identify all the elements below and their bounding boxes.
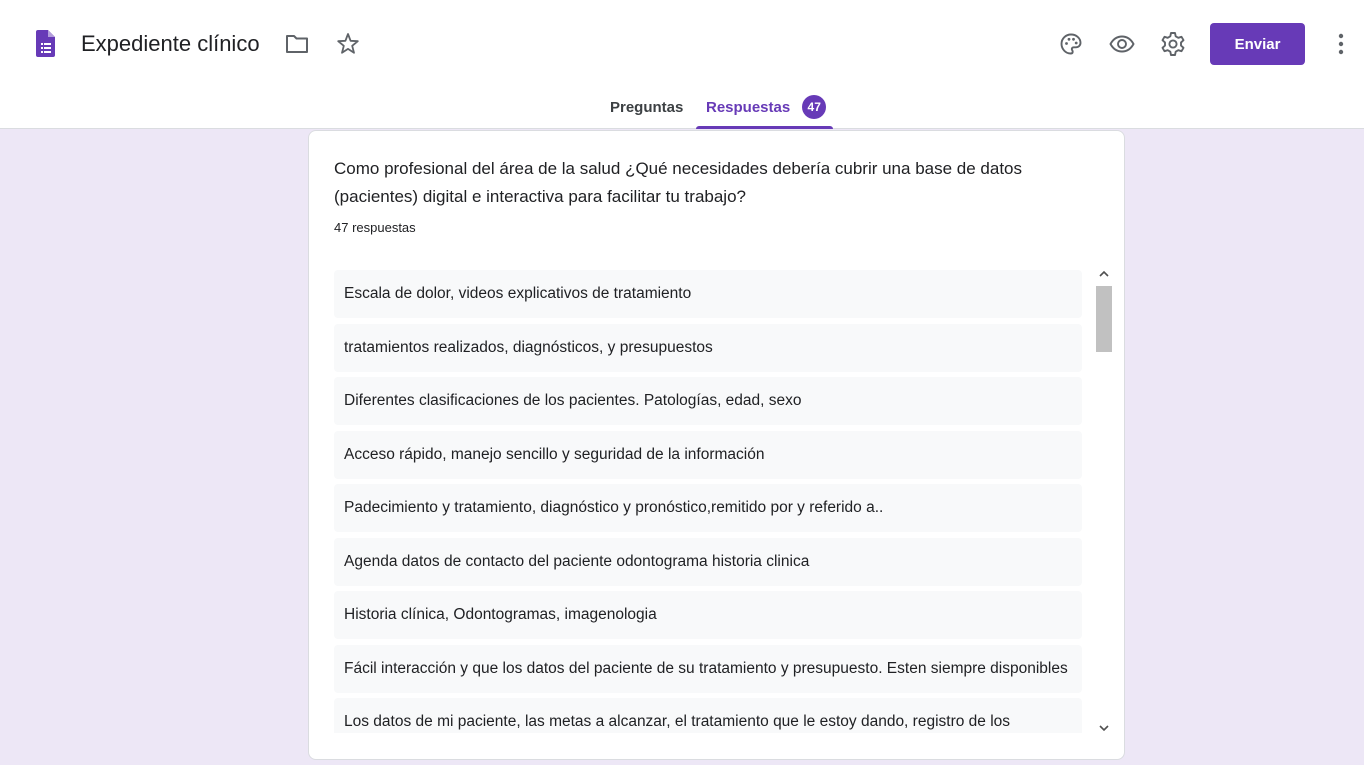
response-item: Padecimiento y tratamiento, diagnóstico … [334, 484, 1082, 532]
responses-list[interactable]: Escala de dolor, videos explicativos de … [334, 270, 1082, 733]
folder-icon[interactable] [284, 31, 310, 57]
response-item: Diferentes clasificaciones de los pacien… [334, 377, 1082, 425]
response-item: Los datos de mi paciente, las metas a al… [334, 698, 1082, 733]
gear-icon [1161, 32, 1185, 56]
scrollbar-thumb[interactable] [1096, 286, 1112, 352]
response-item: tratamientos realizados, diagnósticos, y… [334, 323, 1082, 372]
active-tab-indicator [696, 126, 833, 129]
send-button[interactable]: Enviar [1210, 23, 1305, 65]
response-item: Agenda datos de contacto del paciente od… [334, 537, 1082, 586]
question-title: Como profesional del área de la salud ¿Q… [334, 159, 1022, 206]
responses-scrollbar[interactable] [1096, 266, 1112, 736]
tab-questions[interactable]: Preguntas [610, 88, 683, 129]
response-item: Historia clínica, Odontogramas, imagenol… [334, 591, 1082, 639]
responses-count-badge: 47 [802, 95, 827, 119]
response-item: Fácil interacción y que los datos del pa… [334, 644, 1082, 693]
forms-doc-icon[interactable] [36, 30, 55, 57]
scroll-down-arrow-icon[interactable] [1096, 720, 1112, 736]
palette-icon [1060, 33, 1082, 55]
more-options-button[interactable] [1330, 30, 1352, 58]
form-tabs: Preguntas Respuestas 47 [0, 88, 1364, 129]
tab-questions-label: Preguntas [610, 99, 684, 116]
scroll-up-arrow-icon[interactable] [1096, 266, 1112, 282]
eye-icon [1109, 35, 1135, 53]
question-summary-card: Como profesional del área de la salud ¿Q… [308, 130, 1125, 760]
tab-responses[interactable]: Respuestas 47 [696, 88, 833, 129]
customize-theme-button[interactable] [1056, 29, 1086, 59]
header-toolbar: Expediente clínico Enviar [0, 0, 1364, 88]
app-header: Expediente clínico Enviar Preguntas Resp… [0, 0, 1364, 129]
response-item: Acceso rápido, manejo sencillo y segurid… [334, 430, 1082, 479]
preview-button[interactable] [1107, 29, 1137, 59]
form-title[interactable]: Expediente clínico [81, 30, 260, 58]
response-item: Escala de dolor, videos explicativos de … [334, 270, 1082, 318]
star-icon[interactable] [336, 31, 360, 57]
more-vert-icon [1338, 33, 1344, 55]
settings-button[interactable] [1158, 29, 1188, 59]
tab-responses-label: Respuestas [706, 99, 791, 116]
response-count: 47 respuestas [334, 220, 416, 235]
